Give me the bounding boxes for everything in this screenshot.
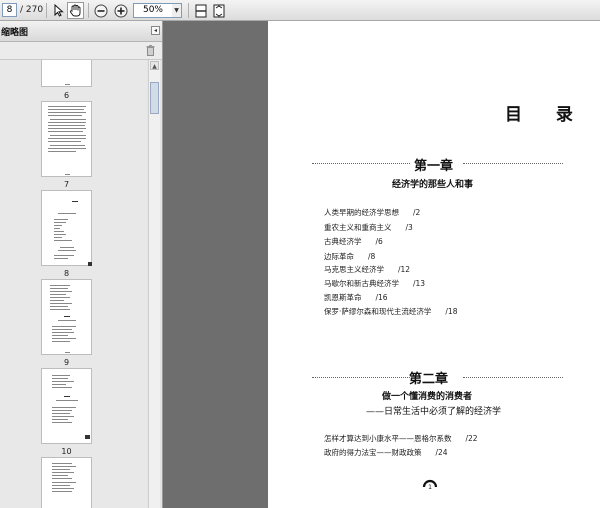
thumbnail-label: 8 [63,269,70,278]
thumbnails-scrollbar[interactable]: ▲ [148,60,160,508]
thumbnail-label: 9 [63,358,70,367]
scrollbar-thumb[interactable] [150,82,159,114]
toc-entry[interactable]: 马歇尔和新古典经济学/13 [324,278,425,289]
fit-width-icon [213,4,224,17]
hand-tool-button[interactable] [67,2,84,19]
thumbnail-page-6[interactable] [41,60,92,87]
toc-entry[interactable]: 马克思主义经济学/12 [324,264,410,275]
zoom-out-button[interactable] [92,2,109,19]
fit-width-button[interactable] [210,2,227,19]
thumbnails-toolbar [0,42,162,60]
chevron-down-icon: ▼ [174,7,179,14]
thumbnails-panel: 缩略图 ◂ 6 7 8 9 10 ▲ [0,21,163,508]
fit-page-button[interactable] [192,2,209,19]
chapter-heading: 第一章 [414,159,454,174]
zoom-dropdown-button[interactable]: ▼ [172,3,182,18]
toolbar-separator [46,3,47,18]
page-number-input[interactable]: 8 [2,3,17,17]
plus-circle-icon [114,4,127,17]
collapse-panel-button[interactable]: ◂ [151,26,160,35]
thumbnail-list: 6 7 8 9 10 [0,60,147,508]
toc-entry[interactable]: 怎样才算达到小康水平——恩格尔系数/22 [324,433,478,444]
thumbnail-label: 10 [61,447,72,456]
toolbar: 8 / 270 50% ▼ [0,0,600,21]
minus-circle-icon [94,4,107,17]
fit-page-icon [195,4,206,17]
toc-entry[interactable]: 凯恩斯革命/16 [324,292,388,303]
toc-entry[interactable]: 政府的得力法宝——财政政策/24 [324,447,448,458]
thumbnail-label: 7 [63,180,70,189]
thumbnail-page-9[interactable] [41,279,92,355]
zoom-in-button[interactable] [112,2,129,19]
zoom-input[interactable]: 50% [133,3,173,18]
thumbnail-label: 6 [63,91,70,100]
thumbnails-panel-title: 缩略图 [1,28,29,38]
chapter-heading: 第二章 [409,372,449,387]
chapter-subtitle: 做一个懂消费的消费者 [382,392,473,402]
scroll-up-arrow-icon[interactable]: ▲ [150,61,159,70]
chapter-divider [312,163,410,164]
page-number: 1 [428,484,432,491]
thumbnail-page-8[interactable] [41,190,92,266]
chapter-divider [312,377,410,378]
chapter-divider [463,163,563,164]
page-number-ornament-icon: 1 [422,479,438,491]
toc-title: 目 录 [505,105,587,125]
thumbnail-page-7[interactable] [41,101,92,177]
chapter-subtitle: 经济学的那些人和事 [392,180,474,190]
select-tool-button[interactable] [51,2,68,19]
toolbar-separator [188,3,189,18]
page-total-label: / 270 [20,5,44,15]
toc-entry[interactable]: 保罗·萨缪尔森和现代主流经济学/18 [324,306,457,317]
thumbnail-page-10[interactable] [41,368,92,444]
thumbnail-page-11[interactable] [41,457,92,508]
chevron-left-icon: ◂ [153,27,157,34]
toolbar-separator [88,3,89,18]
hand-icon [69,4,81,17]
chapter-divider [463,377,563,378]
cursor-icon [54,4,64,17]
chapter-subtitle-secondary: ——日常生活中必须了解的经济学 [366,407,502,417]
thumbnails-panel-header: 缩略图 ◂ [0,21,162,42]
toc-entry[interactable]: 边际革命/8 [324,251,375,262]
toc-entry[interactable]: 人类早期的经济学思想/2 [324,207,420,218]
toc-entry[interactable]: 古典经济学/6 [324,236,383,247]
toc-entry[interactable]: 重农主义和重商主义/3 [324,222,413,233]
trash-icon[interactable] [146,45,155,56]
